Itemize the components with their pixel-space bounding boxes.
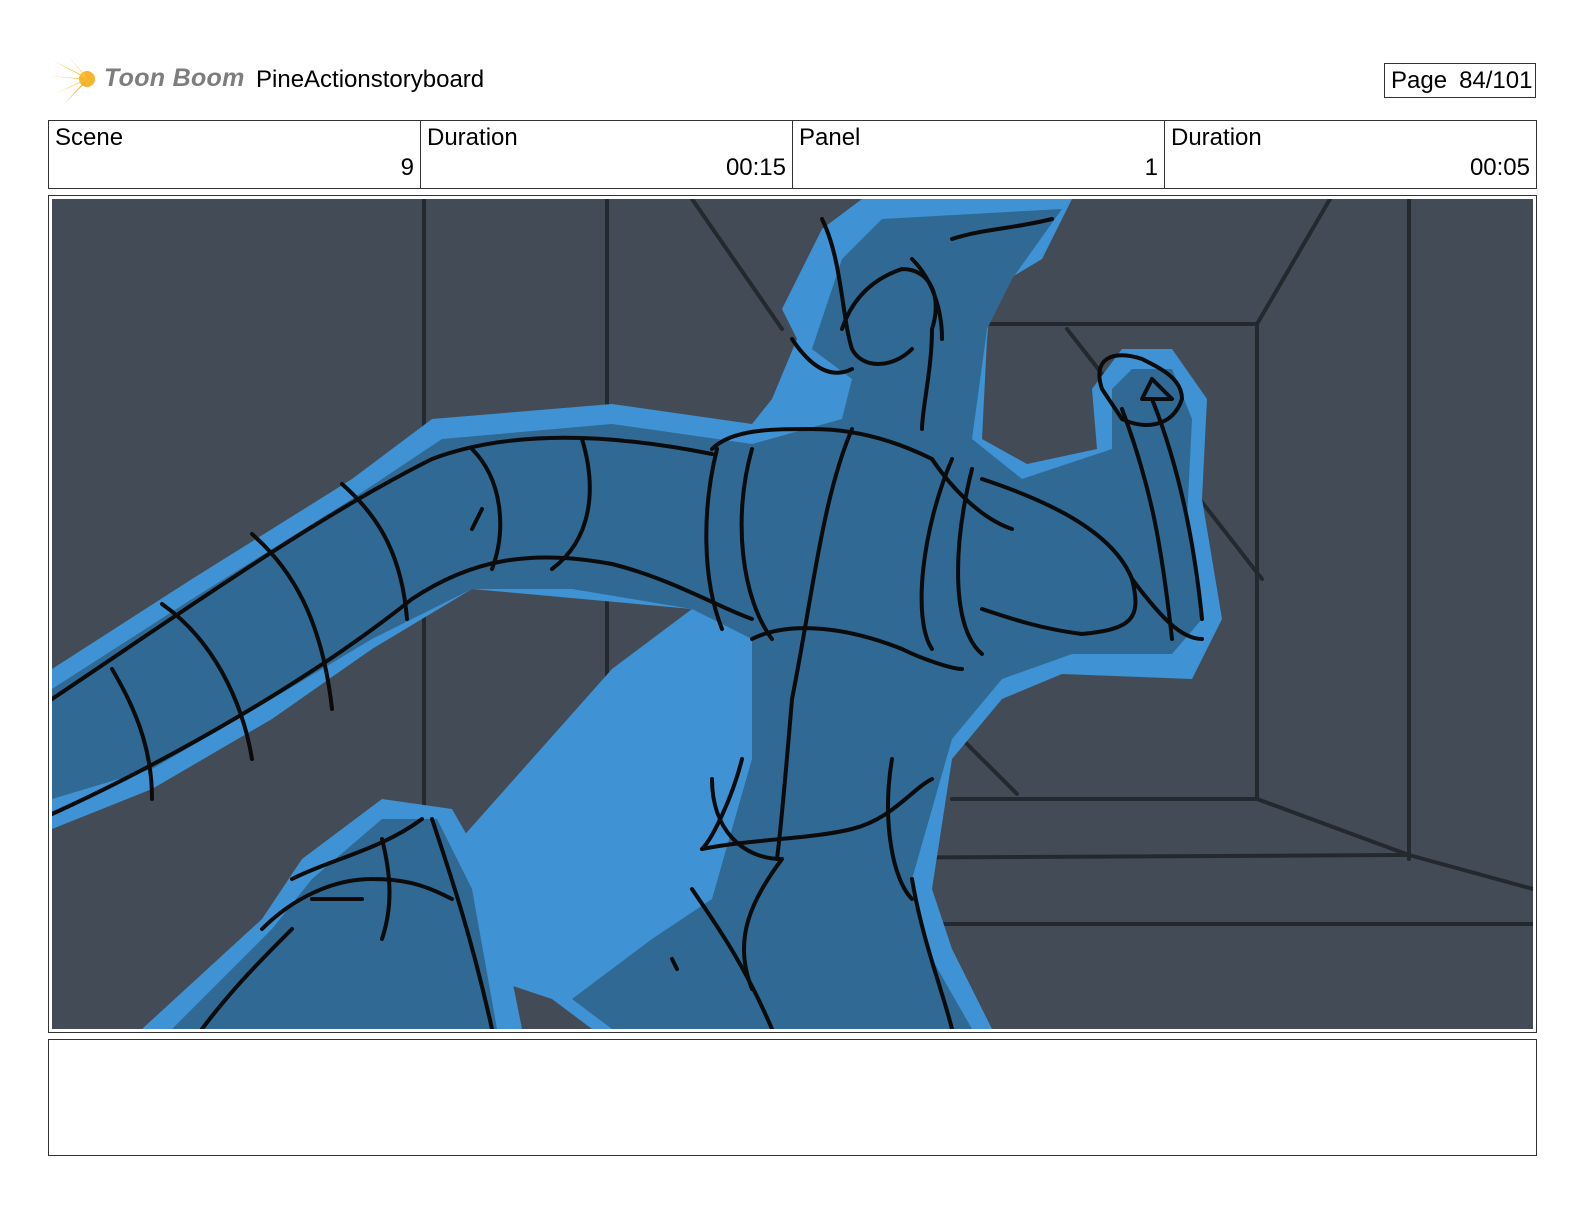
toon-boom-logo: Toon Boom xyxy=(50,54,244,106)
starburst-icon xyxy=(50,56,95,104)
storyboard-sketch xyxy=(52,199,1533,1029)
project-title: PineActionstoryboard xyxy=(256,66,485,93)
scene-duration-label: Duration xyxy=(427,124,518,151)
scene-info-table: Scene 9 Duration 00:15 Panel 1 Duration … xyxy=(48,120,1537,189)
panel-duration-label: Duration xyxy=(1171,124,1262,151)
page-label: Page xyxy=(1391,67,1448,94)
panel-notes-box xyxy=(48,1039,1537,1156)
scene-cell: Scene 9 xyxy=(49,121,420,188)
scene-value: 9 xyxy=(400,154,414,181)
storyboard-drawing xyxy=(52,199,1533,1029)
panel-cell: Panel 1 xyxy=(792,121,1164,188)
panel-label: Panel xyxy=(799,124,861,151)
logo-text: Toon Boom xyxy=(104,64,245,92)
storyboard-panel-frame xyxy=(48,195,1537,1033)
scene-duration-value: 00:15 xyxy=(725,154,786,181)
panel-value: 1 xyxy=(1144,154,1158,181)
page-number: 84/101 xyxy=(1459,67,1533,94)
panel-duration-cell: Duration 00:05 xyxy=(1164,121,1536,188)
scene-label: Scene xyxy=(55,124,124,151)
panel-duration-value: 00:05 xyxy=(1469,154,1530,181)
scene-duration-cell: Duration 00:15 xyxy=(420,121,792,188)
page-indicator: Page 84/101 xyxy=(1384,63,1536,98)
